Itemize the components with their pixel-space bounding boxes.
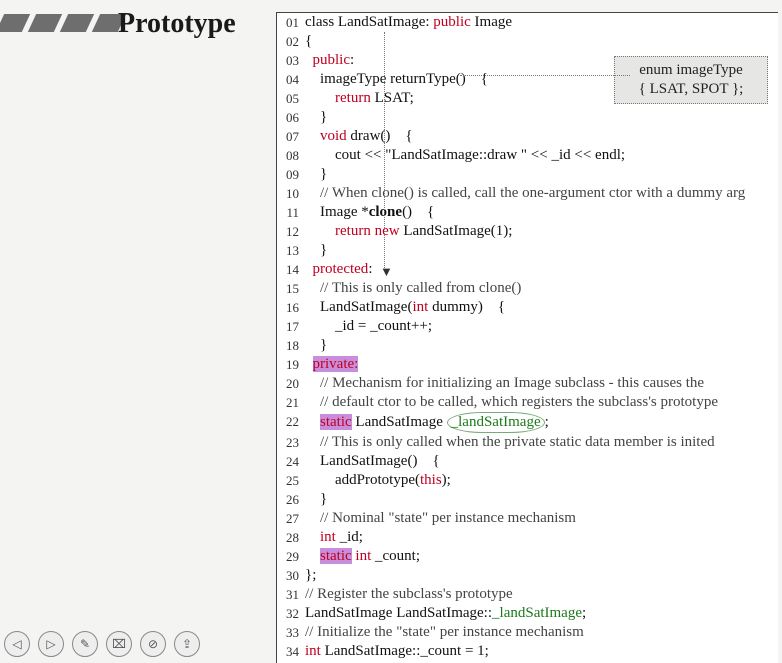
arrow-down-icon: ▼	[380, 264, 393, 280]
code-line: class LandSatImage: public Image	[305, 13, 512, 32]
header-stripes	[0, 14, 122, 32]
stop-button[interactable]: ⊘	[140, 631, 166, 657]
circled-member: _landSatImage	[447, 412, 545, 433]
pen-button[interactable]: ✎	[72, 631, 98, 657]
connector-line-2	[460, 75, 630, 76]
annotate-button[interactable]: ⌧	[106, 631, 132, 657]
code-listing: 01class LandSatImage: public Image 02{ 0…	[276, 12, 778, 663]
highlight-static-2: static	[320, 548, 352, 564]
presentation-toolbar: ◁ ▷ ✎ ⌧ ⊘ ⇪	[4, 631, 200, 657]
highlight-static: static	[320, 414, 352, 430]
page-title: Prototype	[118, 8, 236, 40]
back-button[interactable]: ◁	[4, 631, 30, 657]
share-button[interactable]: ⇪	[174, 631, 200, 657]
enum-callout: enum imageType { LSAT, SPOT };	[614, 56, 768, 104]
highlight-private: private:	[313, 356, 359, 372]
enum-line1: enum imageType	[621, 61, 761, 80]
play-button[interactable]: ▷	[38, 631, 64, 657]
enum-line2: { LSAT, SPOT };	[621, 80, 761, 99]
line-number: 01	[277, 13, 305, 32]
connector-line	[384, 32, 385, 270]
